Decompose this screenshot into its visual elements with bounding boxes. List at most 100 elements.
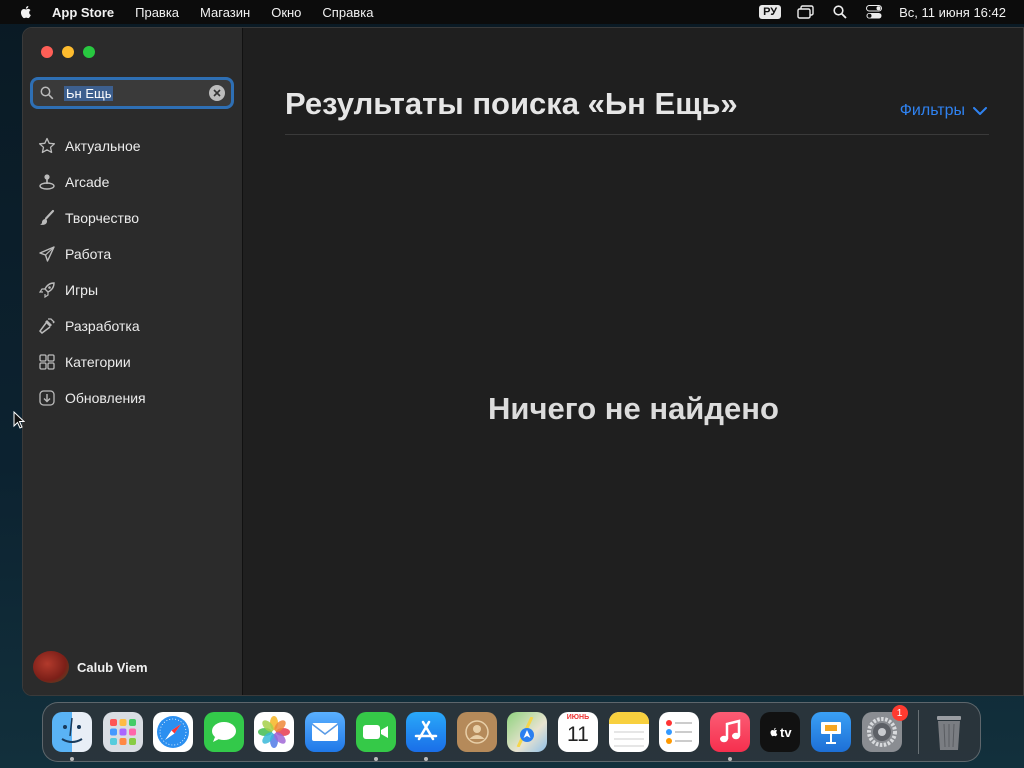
- control-center-icon[interactable]: [865, 4, 883, 20]
- dock-photos[interactable]: [254, 712, 295, 752]
- calendar-day: 11: [567, 723, 589, 746]
- minimize-window-button[interactable]: [62, 46, 74, 58]
- rocket-icon: [37, 280, 57, 300]
- sidebar-item-develop[interactable]: Разработка: [23, 308, 243, 344]
- account-button[interactable]: Calub Viem: [33, 651, 148, 683]
- clear-search-button[interactable]: [209, 85, 225, 101]
- sidebar-item-label: Arcade: [65, 174, 110, 190]
- menubar-clock[interactable]: Вс, 11 июня 16:42: [899, 5, 1006, 20]
- sidebar-item-games[interactable]: Игры: [23, 272, 243, 308]
- window-controls: [41, 46, 95, 58]
- sidebar-item-work[interactable]: Работа: [23, 236, 243, 272]
- no-results-message: Ничего не найдено: [488, 391, 779, 426]
- hammer-icon: [37, 316, 57, 336]
- dock: ИЮНЬ 11 tv 1: [42, 702, 981, 762]
- menu-store[interactable]: Магазин: [200, 5, 250, 20]
- trash-icon: [937, 716, 962, 750]
- download-icon: [37, 388, 57, 408]
- launchpad-icon: [109, 719, 136, 745]
- menu-help[interactable]: Справка: [322, 5, 373, 20]
- sidebar-item-categories[interactable]: Категории: [23, 344, 243, 380]
- search-icon: [40, 86, 54, 100]
- sidebar-item-label: Актуальное: [65, 138, 141, 154]
- dock-contacts[interactable]: [456, 712, 497, 752]
- search-results-pane: Результаты поиска «Ьн Ещь» Фильтры Ничег…: [244, 28, 1023, 695]
- zoom-window-button[interactable]: [83, 46, 95, 58]
- close-icon: [213, 89, 221, 97]
- gear-icon: [866, 717, 897, 747]
- sidebar-item-updates[interactable]: Обновления: [23, 380, 243, 416]
- reminders-list-icon: [666, 720, 693, 744]
- dock-safari[interactable]: [153, 712, 194, 752]
- running-indicator: [70, 757, 74, 761]
- running-indicator: [727, 757, 732, 761]
- sidebar-item-label: Творчество: [65, 210, 140, 226]
- account-name: Calub Viem: [77, 659, 148, 675]
- dock-separator: [918, 710, 920, 754]
- dock-launchpad[interactable]: [102, 712, 143, 752]
- menu-app-name[interactable]: App Store: [52, 5, 114, 20]
- sidebar-nav: Актуальное Arcade Творчество Работа Игры…: [23, 128, 243, 416]
- sidebar-item-label: Разработка: [65, 318, 140, 334]
- dock-trash[interactable]: [929, 712, 969, 752]
- finder-icon: [61, 717, 83, 743]
- title-divider: [285, 134, 989, 135]
- menubar-status-area: РУ Вс, 11 июня 16:42: [759, 0, 1024, 24]
- running-indicator: [424, 757, 429, 761]
- page-title: Результаты поиска «Ьн Ещь»: [285, 86, 738, 121]
- dock-music[interactable]: [709, 712, 750, 761]
- close-window-button[interactable]: [41, 46, 53, 58]
- grid-icon: [37, 352, 57, 372]
- notification-badge: 1: [891, 705, 908, 721]
- photos-flower-icon: [258, 716, 291, 748]
- dock-mail[interactable]: [304, 712, 345, 752]
- search-input-value[interactable]: Ьн Ещь: [64, 85, 114, 101]
- sidebar-item-label: Работа: [65, 246, 112, 262]
- calendar-month: ИЮНЬ: [566, 714, 590, 721]
- menu-window[interactable]: Окно: [271, 5, 301, 20]
- search-input[interactable]: Ьн Ещь: [30, 77, 234, 109]
- contacts-person-icon: [465, 720, 489, 744]
- music-note-icon: [719, 719, 740, 743]
- sidebar-item-label: Категории: [65, 354, 131, 370]
- dock-keynote[interactable]: [810, 712, 851, 752]
- dock-maps[interactable]: [507, 712, 548, 752]
- star-icon: [37, 136, 57, 156]
- video-camera-icon: [362, 725, 388, 739]
- screen-mirroring-icon[interactable]: [797, 4, 815, 20]
- menu-bar: App Store Правка Магазин Окно Справка РУ…: [0, 0, 1024, 24]
- sidebar-item-discover[interactable]: Актуальное: [23, 128, 243, 164]
- app-store-window: Ьн Ещь Актуальное Arcade Творчество Рабо…: [22, 27, 1024, 696]
- dock-reminders[interactable]: [659, 712, 700, 752]
- tv-label: tv: [780, 724, 792, 740]
- dock-messages[interactable]: [203, 712, 244, 752]
- spotlight-search-icon[interactable]: [831, 4, 849, 20]
- paintbrush-icon: [37, 208, 57, 228]
- menu-edit[interactable]: Правка: [135, 5, 179, 20]
- filters-button[interactable]: Фильтры: [900, 102, 987, 120]
- dock-tv[interactable]: tv: [760, 712, 801, 752]
- notes-icon: [608, 712, 649, 747]
- filters-label: Фильтры: [899, 102, 965, 119]
- chevron-down-icon: [973, 106, 987, 115]
- safari-compass-icon: [157, 716, 190, 748]
- chat-bubble-icon: [211, 722, 236, 742]
- keynote-podium-icon: [820, 722, 841, 744]
- dock-notes[interactable]: [608, 712, 649, 752]
- running-indicator: [373, 757, 378, 761]
- dock-calendar[interactable]: ИЮНЬ 11: [557, 712, 598, 752]
- apple-logo-icon[interactable]: [18, 4, 34, 20]
- sidebar-item-arcade[interactable]: Arcade: [23, 164, 243, 200]
- dock-app-store[interactable]: [406, 712, 447, 761]
- app-store-a-icon: [414, 720, 438, 741]
- sidebar: Ьн Ещь Актуальное Arcade Творчество Рабо…: [23, 28, 243, 695]
- dock-system-settings[interactable]: 1: [861, 705, 908, 752]
- dock-finder[interactable]: [52, 712, 92, 761]
- map-pin-icon: [516, 717, 535, 747]
- paperplane-icon: [37, 244, 57, 264]
- dock-facetime[interactable]: [355, 712, 396, 761]
- envelope-icon: [311, 723, 339, 741]
- input-language-badge[interactable]: РУ: [759, 5, 782, 19]
- sidebar-item-create[interactable]: Творчество: [23, 200, 243, 236]
- avatar: [33, 651, 69, 683]
